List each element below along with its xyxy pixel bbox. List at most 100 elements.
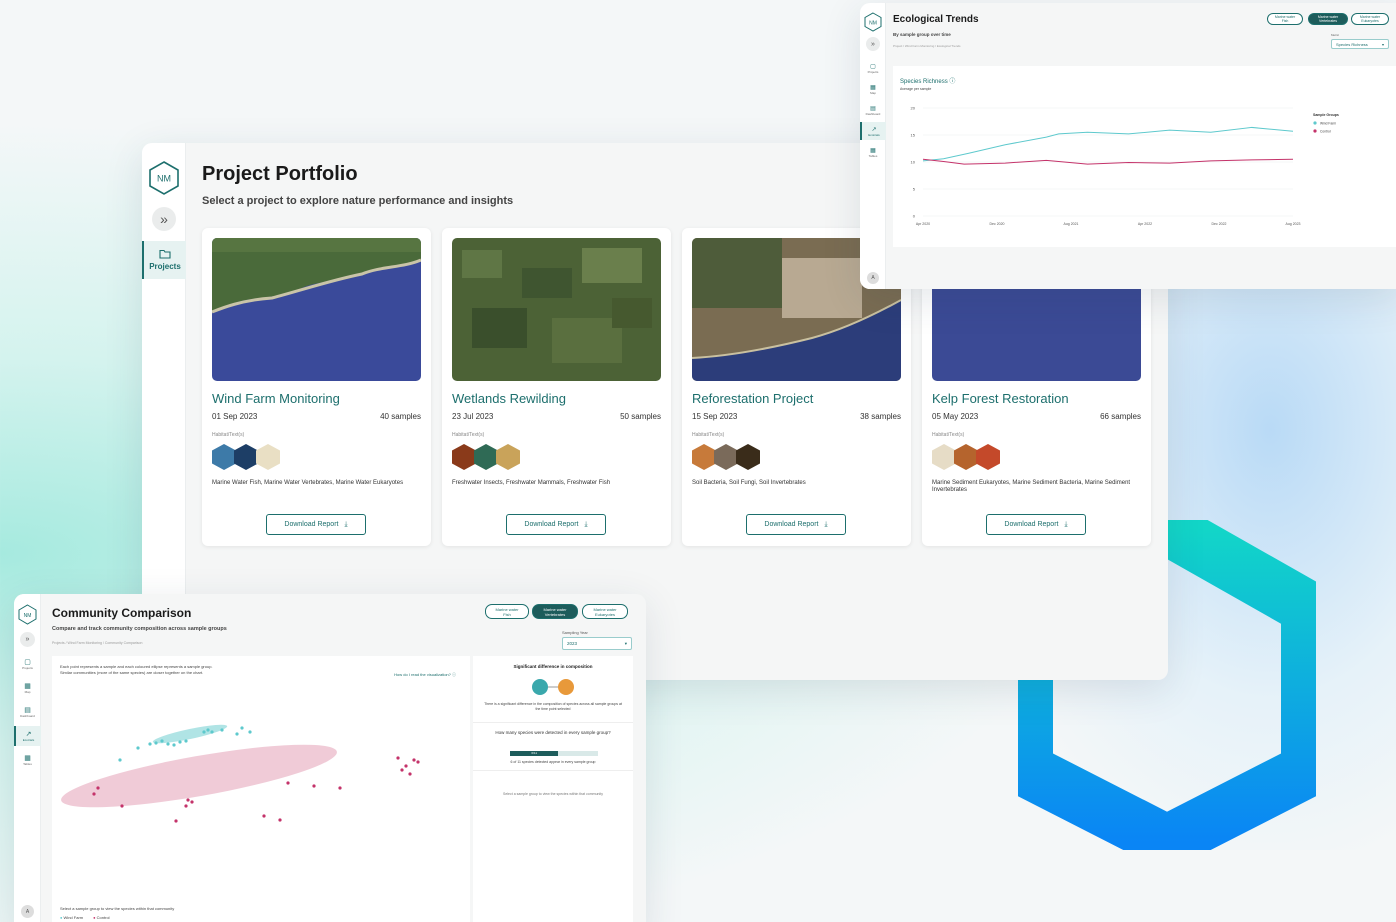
legend-item-control[interactable]: ● Control xyxy=(93,915,109,920)
sidebar-item-projects[interactable]: ▢ Projects xyxy=(860,59,886,77)
pill-marine-fish[interactable]: Marine water Fish xyxy=(485,604,529,619)
control-sample-point[interactable] xyxy=(184,804,188,808)
download-label: Download Report xyxy=(284,521,339,528)
x-tick-label: Dec 2022 xyxy=(1212,222,1227,226)
download-report-button[interactable]: Download Report ⤓ xyxy=(266,514,366,535)
control-sample-point[interactable] xyxy=(120,804,124,808)
fungi-icon xyxy=(714,444,738,470)
habitat-label: Habitat/Text(s) xyxy=(452,432,485,438)
wind-farm-sample-point[interactable] xyxy=(154,741,158,745)
download-icon: ⤓ xyxy=(344,520,348,528)
collapse-sidebar-button[interactable]: » xyxy=(152,207,176,231)
sample-count: 50 samples xyxy=(620,412,661,421)
map-icon: ▦ xyxy=(24,683,31,690)
avatar[interactable]: A xyxy=(21,905,34,918)
wind-farm-ellipse[interactable] xyxy=(152,721,228,747)
breadcrumb[interactable]: Projects / Wind Farm Monitoring / Commun… xyxy=(52,641,142,645)
sidebar-item-ecotrials[interactable]: ↗ Ecotrials xyxy=(14,726,41,746)
project-title[interactable]: Kelp Forest Restoration xyxy=(932,391,1069,406)
x-tick-label: Apr 2022 xyxy=(1138,222,1152,226)
control-sample-point[interactable] xyxy=(396,756,400,760)
wind-farm-sample-point[interactable] xyxy=(240,726,244,730)
control-sample-point[interactable] xyxy=(338,786,342,790)
control-sample-point[interactable] xyxy=(262,814,266,818)
pill-marine-eukaryotes[interactable]: Marine water Eukaryotes xyxy=(582,604,628,619)
species-richness-chart: 0 5 10 15 20 Apr 2020 Dec 2020 Aug 2021 Apr 2022… xyxy=(911,106,1339,227)
trend-icon: ↗ xyxy=(871,126,877,133)
wind-farm-sample-point[interactable] xyxy=(206,728,210,732)
avatar[interactable]: A xyxy=(867,272,879,284)
wind-farm-sample-point[interactable] xyxy=(220,728,224,732)
sample-count: 40 samples xyxy=(380,412,421,421)
year-select[interactable]: 2023 ▾ xyxy=(562,637,632,650)
dashboard-icon: ▤ xyxy=(24,707,31,714)
sidebar-item-tables[interactable]: ▦ Tables xyxy=(14,750,41,770)
control-sample-point[interactable] xyxy=(404,764,408,768)
wind-farm-sample-point[interactable] xyxy=(178,740,182,744)
wind-farm-sample-point[interactable] xyxy=(248,730,252,734)
sidebar-item-map[interactable]: ▦ Map xyxy=(860,80,886,98)
pill-marine-fish[interactable]: Marine water Fish xyxy=(1267,13,1303,25)
control-ellipse[interactable] xyxy=(58,732,341,820)
pill-marine-vertebrates[interactable]: Marine water Vertebrates xyxy=(532,604,578,619)
help-link[interactable]: How do I read the visualization? ⓘ xyxy=(394,672,456,678)
wind-farm-sample-point[interactable] xyxy=(210,730,214,734)
control-sample-point[interactable] xyxy=(400,768,404,772)
sidebar-item-ecotrials[interactable]: ↗ Ecotrials xyxy=(860,122,886,140)
wind-farm-sample-point[interactable] xyxy=(184,739,188,743)
wind-farm-sample-point[interactable] xyxy=(202,730,206,734)
project-card[interactable]: Wind Farm Monitoring 01 Sep 2023 40 samp… xyxy=(202,228,431,546)
download-icon: ⤓ xyxy=(584,520,588,528)
wind-farm-sample-point[interactable] xyxy=(160,739,164,743)
download-report-button[interactable]: Download Report ⤓ xyxy=(746,514,846,535)
legend-title: Sample Groups xyxy=(1313,113,1339,117)
wind-farm-sample-point[interactable] xyxy=(172,743,176,747)
wind-farm-sample-point[interactable] xyxy=(118,758,122,762)
control-sample-point[interactable] xyxy=(408,772,412,776)
project-title[interactable]: Reforestation Project xyxy=(692,391,813,406)
taxa-icons xyxy=(932,444,1000,470)
control-sample-point[interactable] xyxy=(286,781,290,785)
collapse-sidebar-button[interactable]: » xyxy=(20,632,35,647)
sidebar-item-map[interactable]: ▦ Map xyxy=(14,678,41,698)
vertebrate-icon xyxy=(234,444,258,470)
wind-farm-sample-point[interactable] xyxy=(148,742,152,746)
control-sample-point[interactable] xyxy=(278,818,282,822)
download-label: Download Report xyxy=(764,521,819,528)
pill-marine-eukaryotes[interactable]: Marine water Eukaryotes xyxy=(1351,13,1389,25)
table-icon: ▦ xyxy=(870,147,876,154)
control-sample-point[interactable] xyxy=(174,819,178,823)
project-title[interactable]: Wetlands Rewilding xyxy=(452,391,566,406)
control-sample-point[interactable] xyxy=(416,760,420,764)
download-report-button[interactable]: Download Report ⤓ xyxy=(506,514,606,535)
wind-farm-sample-point[interactable] xyxy=(235,732,239,736)
divider xyxy=(473,722,633,723)
sidebar-item-projects[interactable]: Projects xyxy=(142,241,186,279)
taxa-icons xyxy=(452,444,520,470)
wind-farm-sample-point[interactable] xyxy=(136,746,140,750)
control-sample-point[interactable] xyxy=(96,786,100,790)
shared-species-fill: 6/11 xyxy=(510,751,559,756)
x-tick-label: Aug 2023 xyxy=(1286,222,1301,226)
legend-item-wind-farm[interactable]: ● Wind Farm xyxy=(60,915,83,920)
control-sample-point[interactable] xyxy=(312,784,316,788)
pill-marine-vertebrates[interactable]: Marine water Vertebrates xyxy=(1308,13,1348,25)
control-sample-point[interactable] xyxy=(186,798,190,802)
sidebar-item-dashboard[interactable]: ▤ Dashboard xyxy=(14,702,41,722)
wind-farm-sample-point[interactable] xyxy=(166,742,170,746)
control-sample-point[interactable] xyxy=(190,800,194,804)
metric-select[interactable]: Species Richness ▾ xyxy=(1331,39,1389,49)
eukaryote-icon xyxy=(256,444,280,470)
control-sample-point[interactable] xyxy=(412,758,416,762)
collapse-sidebar-button[interactable]: » xyxy=(866,37,880,51)
sidebar-item-projects[interactable]: ▢ Projects xyxy=(14,654,41,674)
project-card[interactable]: Wetlands Rewilding 23 Jul 2023 50 sample… xyxy=(442,228,671,546)
sidebar-item-tables[interactable]: ▦ Tables xyxy=(860,143,886,161)
project-date: 23 Jul 2023 xyxy=(452,412,494,421)
breadcrumb[interactable]: Project / Wind Farm Monitoring / Ecologi… xyxy=(893,44,961,48)
project-title[interactable]: Wind Farm Monitoring xyxy=(212,391,340,406)
download-report-button[interactable]: Download Report ⤓ xyxy=(986,514,1086,535)
control-sample-point[interactable] xyxy=(92,792,96,796)
sidebar-item-dashboard[interactable]: ▤ Dashboard xyxy=(860,101,886,119)
y-tick-label: 10 xyxy=(911,160,916,165)
